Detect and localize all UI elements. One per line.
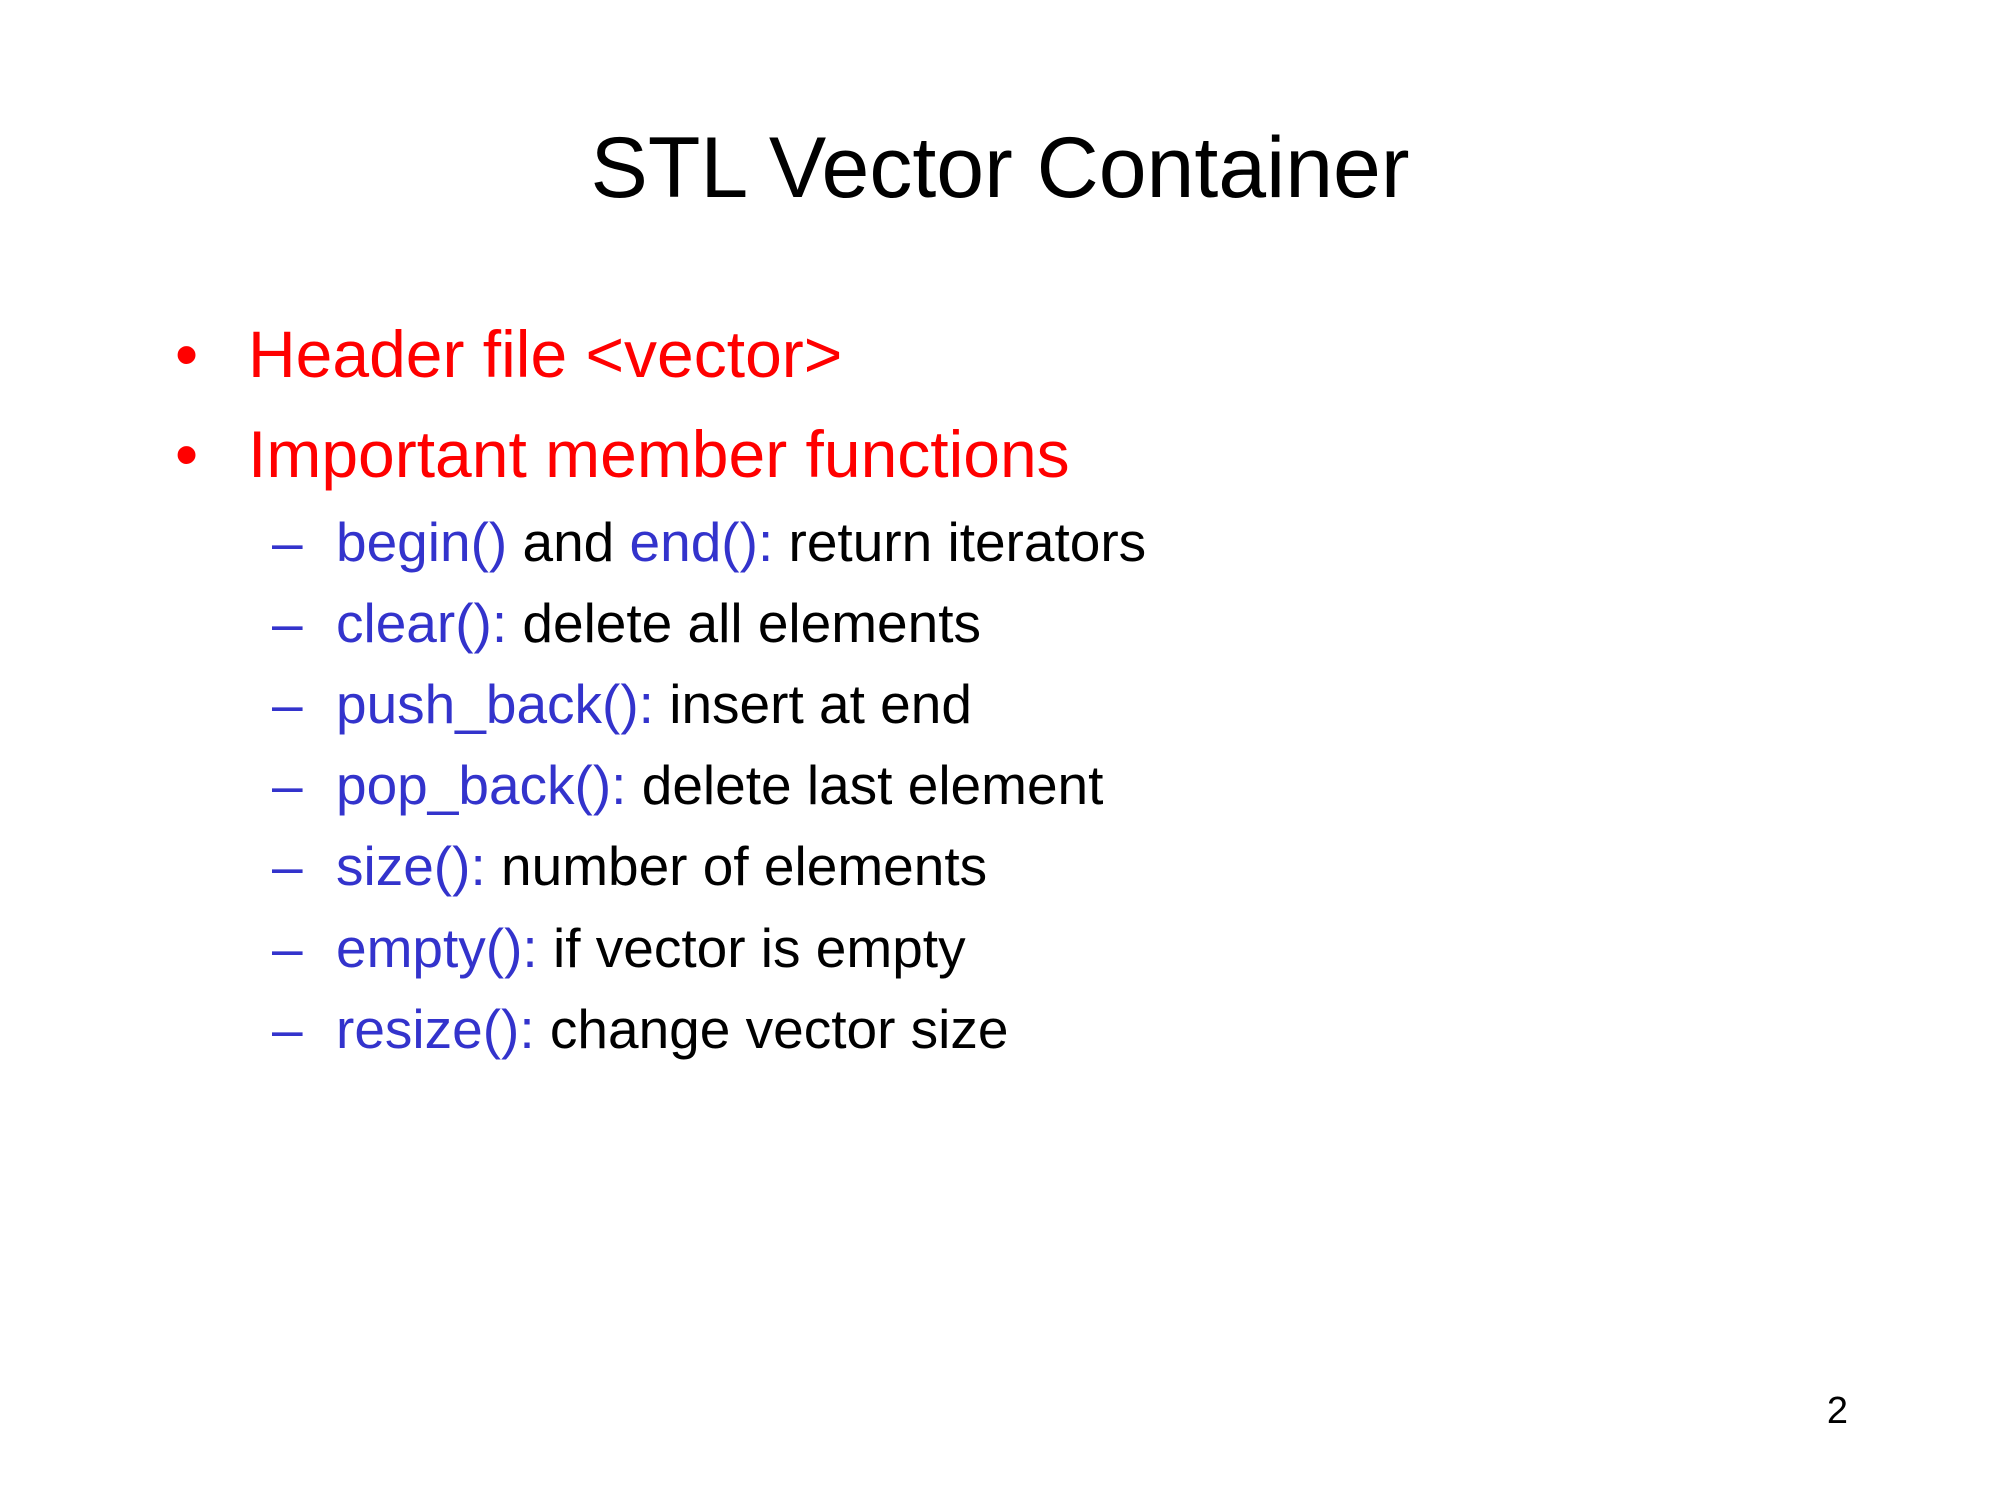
function-name: begin() bbox=[336, 511, 508, 573]
function-description: change vector size bbox=[534, 998, 1009, 1060]
sub-bullet-marker: – bbox=[272, 835, 303, 897]
sub-bullet-text: pop_back(): delete last element bbox=[336, 752, 1103, 818]
connector-text: and bbox=[507, 511, 630, 573]
slide: STL Vector Container • Header file <vect… bbox=[0, 0, 2000, 1500]
bullet-list: • Header file <vector> • Important membe… bbox=[0, 0, 2000, 1500]
sub-bullet-text: clear(): delete all elements bbox=[336, 590, 981, 656]
function-name: empty(): bbox=[336, 917, 538, 979]
sub-bullet-marker: – bbox=[272, 673, 303, 735]
sub-bullet-marker: – bbox=[272, 917, 303, 979]
sub-bullet-text: resize(): change vector size bbox=[336, 996, 1009, 1062]
function-description: insert at end bbox=[653, 673, 972, 735]
function-description: number of elements bbox=[485, 835, 988, 897]
function-name: pop_back(): bbox=[336, 754, 627, 816]
function-description: return iterators bbox=[773, 511, 1147, 573]
sub-bullet-text: push_back(): insert at end bbox=[336, 671, 972, 737]
function-name: clear(): bbox=[336, 592, 508, 654]
bullet-text: Header file <vector> bbox=[248, 317, 843, 391]
function-name: push_back(): bbox=[336, 673, 654, 735]
sub-bullet-text: begin() and end(): return iterators bbox=[336, 509, 1146, 575]
function-name: size(): bbox=[336, 835, 486, 897]
sub-bullet-text: size(): number of elements bbox=[336, 833, 987, 899]
page-number: 2 bbox=[1826, 1390, 1848, 1432]
function-description: delete last element bbox=[626, 754, 1104, 816]
sub-bullet-marker: – bbox=[272, 754, 303, 816]
sub-bullet-text: empty(): if vector is empty bbox=[336, 915, 966, 981]
bullet-marker: • bbox=[175, 417, 199, 491]
bullet-marker: • bbox=[175, 317, 199, 391]
function-description: delete all elements bbox=[507, 592, 982, 654]
bullet-text: Important member functions bbox=[248, 417, 1070, 491]
sub-bullet-marker: – bbox=[272, 592, 303, 654]
function-name: end(): bbox=[629, 511, 774, 573]
function-name: resize(): bbox=[336, 998, 535, 1060]
function-description: if vector is empty bbox=[537, 917, 966, 979]
sub-bullet-marker: – bbox=[272, 511, 303, 573]
sub-bullet-marker: – bbox=[272, 998, 303, 1060]
